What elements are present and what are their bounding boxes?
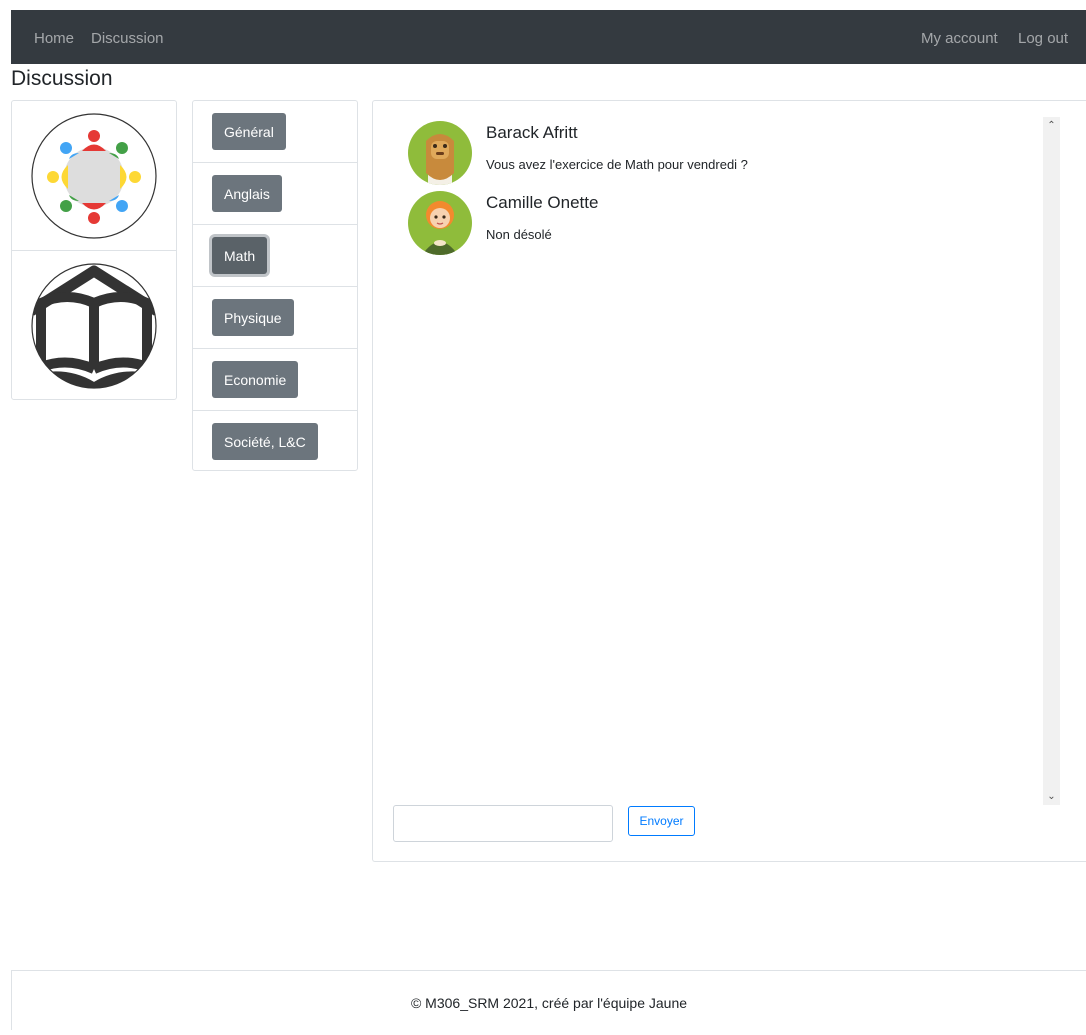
chat-message: Camille Onette Non désolé: [408, 191, 1028, 257]
channel-list: Général Anglais Math Physique Economie S…: [192, 100, 358, 471]
channel-row: Société, L&C: [193, 411, 357, 472]
scroll-up-icon[interactable]: ⌃: [1043, 117, 1060, 134]
channel-button-physique[interactable]: Physique: [212, 299, 294, 336]
channel-button-societe[interactable]: Société, L&C: [212, 423, 318, 460]
redhead-woman-avatar-icon: [408, 191, 472, 255]
channel-row: Général: [193, 101, 357, 163]
group-list: [11, 100, 177, 400]
nav-log-out-link[interactable]: Log out: [1018, 30, 1068, 47]
channel-row: Economie: [193, 349, 357, 411]
send-button[interactable]: Envoyer: [628, 806, 695, 836]
page-footer: © M306_SRM 2021, créé par l'équipe Jaune: [11, 970, 1086, 1030]
message-author: Barack Afritt: [486, 123, 578, 142]
channel-button-math[interactable]: Math: [212, 237, 268, 274]
channel-button-anglais[interactable]: Anglais: [212, 175, 282, 212]
page-title: Discussion: [11, 67, 113, 90]
chat-panel: Barack Afritt Vous avez l'exercice de Ma…: [372, 100, 1086, 862]
nav-discussion-link[interactable]: Discussion: [91, 30, 164, 47]
group-item-book[interactable]: [12, 251, 176, 400]
group-item-round-table[interactable]: [12, 101, 176, 251]
message-text: Non désolé: [486, 227, 552, 242]
channel-button-economie[interactable]: Economie: [212, 361, 299, 398]
scroll-down-icon[interactable]: ⌄: [1043, 788, 1060, 805]
message-text: Vous avez l'exercice de Math pour vendre…: [486, 157, 748, 172]
channel-row: Physique: [193, 287, 357, 349]
channel-row: Math: [193, 225, 357, 287]
top-navbar: Home Discussion My account Log out: [11, 10, 1086, 64]
message-author: Camille Onette: [486, 193, 599, 212]
footer-text: © M306_SRM 2021, créé par l'équipe Jaune: [410, 995, 688, 1011]
message-input[interactable]: [393, 805, 613, 842]
channel-button-general[interactable]: Général: [212, 113, 286, 150]
open-book-icon: [31, 263, 157, 389]
bearded-man-avatar-icon: [408, 121, 472, 185]
round-table-people-icon: [31, 113, 157, 239]
chat-message: Barack Afritt Vous avez l'exercice de Ma…: [408, 121, 1028, 187]
nav-my-account-link[interactable]: My account: [921, 30, 998, 47]
nav-home-link[interactable]: Home: [34, 30, 74, 47]
chat-scrollbar[interactable]: ⌃ ⌄: [1043, 117, 1060, 805]
channel-row: Anglais: [193, 163, 357, 225]
